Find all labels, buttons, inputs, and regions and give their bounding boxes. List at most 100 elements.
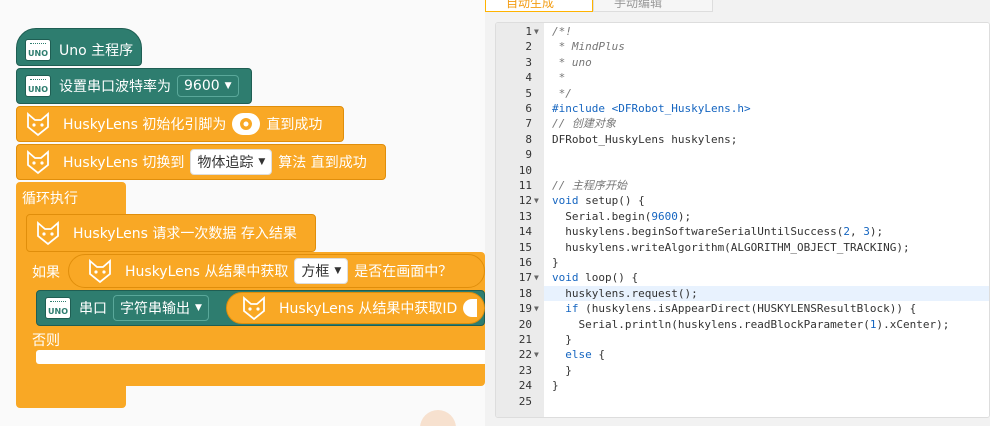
loop-label: 循环执行 xyxy=(22,191,78,207)
code-line: 18 huskylens.request(); xyxy=(496,286,989,301)
line-number: 16 xyxy=(518,256,532,269)
code-text: } xyxy=(552,256,559,269)
uno-board-icon: UNO xyxy=(25,39,51,61)
line-number: 14 xyxy=(518,225,532,239)
code-text: else { xyxy=(565,348,605,362)
line-number: 20 xyxy=(518,317,532,331)
code-text: } xyxy=(552,379,559,393)
huskylens-icon xyxy=(25,149,51,175)
serial-baud-label: 设置串口波特率为 xyxy=(59,79,171,95)
code-text: DFRobot_HuskyLens huskylens; xyxy=(552,132,738,146)
code-line: 4 * xyxy=(496,70,989,85)
fold-toggle-icon[interactable]: ▼ xyxy=(534,193,539,208)
line-number: 23 xyxy=(518,363,532,377)
code-text: /*! xyxy=(552,25,572,38)
serial-baud-block[interactable]: UNO 设置串口波特率为 9600 ▼ xyxy=(16,68,252,104)
code-text: */ xyxy=(552,86,572,100)
code-line: 10 xyxy=(496,163,989,178)
if-label: 如果 xyxy=(32,265,60,281)
algorithm-dropdown[interactable]: 物体追踪 ▼ xyxy=(190,149,273,175)
code-text: Serial.begin(9600); xyxy=(552,209,692,223)
line-number: 4 xyxy=(525,71,532,85)
pin-selector[interactable] xyxy=(232,113,261,135)
code-line: 25 xyxy=(496,394,989,409)
huskylens-switch-prefix: HuskyLens 切换到 xyxy=(63,155,185,171)
fold-toggle-icon[interactable]: ▼ xyxy=(534,347,539,362)
id-input-slot[interactable] xyxy=(463,299,478,317)
workspace-gear-button[interactable] xyxy=(420,410,456,426)
code-line: 20 Serial.println(huskylens.readBlockPar… xyxy=(496,317,989,332)
huskylens-icon xyxy=(241,295,267,321)
line-number: 3 xyxy=(525,55,532,69)
huskylens-request-block[interactable]: HuskyLens 请求一次数据 存入结果 xyxy=(26,214,316,252)
code-line: 15 huskylens.writeAlgorithm(ALGORITHM_OB… xyxy=(496,240,989,255)
code-line: 23 } xyxy=(496,363,989,378)
code-line: 5 */ xyxy=(496,86,989,101)
code-text: #include <DFRobot_HuskyLens.h> xyxy=(552,102,751,115)
huskylens-get-id-block[interactable]: HuskyLens 从结果中获取ID xyxy=(226,292,485,324)
line-number: 2 xyxy=(525,40,532,54)
uno-main-program-block[interactable]: UNO Uno 主程序 xyxy=(16,28,142,66)
gear-icon xyxy=(240,118,253,130)
code-line: 14 huskylens.beginSoftwareSerialUntilSuc… xyxy=(496,224,989,239)
code-text: huskylens.beginSoftwareSerialUntilSucces… xyxy=(552,225,884,239)
code-text: void setup() { xyxy=(552,194,645,208)
line-number: 5 xyxy=(525,86,532,100)
serial-mode-dropdown[interactable]: 字符串输出 ▼ xyxy=(113,295,209,321)
serial-mode-value: 字符串输出 xyxy=(120,301,190,317)
code-panel: 自动生成 手动编辑 1 ▼/*! 2 * MindPlus 3 * uno 4 * 5 *… xyxy=(485,0,990,426)
code-text: * xyxy=(552,71,566,85)
code-line: 16} xyxy=(496,255,989,270)
huskylens-icon xyxy=(87,258,113,284)
else-empty-slot[interactable] xyxy=(36,350,485,364)
code-editor[interactable]: 1 ▼/*! 2 * MindPlus 3 * uno 4 * 5 */6 #include… xyxy=(495,22,990,418)
code-line: 13 Serial.begin(9600); xyxy=(496,209,989,224)
tab-auto-generate[interactable]: 自动生成 xyxy=(485,0,593,12)
uno-main-program-label: Uno 主程序 xyxy=(59,43,134,59)
line-number: 25 xyxy=(518,394,532,408)
huskylens-appear-suffix: 是否在画面中？ xyxy=(354,264,453,280)
huskylens-appear-block[interactable]: HuskyLens 从结果中获取 方框 ▼ 是否在画面中？ xyxy=(68,254,485,288)
tab-manual-edit[interactable]: 手动编辑 xyxy=(593,0,713,12)
line-number: 21 xyxy=(518,333,532,346)
line-number: 19 xyxy=(518,302,532,316)
tab-label: 手动编辑 xyxy=(614,0,663,10)
code-line: 21 } xyxy=(496,332,989,347)
code-text: // 创建对象 xyxy=(552,117,616,131)
code-line: 6 #include <DFRobot_HuskyLens.h> xyxy=(496,101,989,116)
huskylens-request-label: HuskyLens 请求一次数据 存入结果 xyxy=(73,226,297,242)
line-number: 24 xyxy=(518,379,532,393)
fold-toggle-icon[interactable]: ▼ xyxy=(534,24,539,39)
line-number: 7 xyxy=(525,117,532,131)
huskylens-switch-block[interactable]: HuskyLens 切换到 物体追踪 ▼ 算法 直到成功 xyxy=(16,144,386,180)
algorithm-value: 物体追踪 xyxy=(197,155,254,171)
code-line: 2 * MindPlus xyxy=(496,39,989,54)
code-text: } xyxy=(552,333,572,346)
caret-down-icon: ▼ xyxy=(224,81,232,91)
line-number: 17 xyxy=(518,271,532,285)
else-label: 否则 xyxy=(32,333,60,349)
code-line: 11 // 主程序开始 xyxy=(496,178,989,193)
code-text: void loop() { xyxy=(552,271,639,285)
code-text: huskylens.writeAlgorithm(ALGORITHM_OBJEC… xyxy=(552,240,910,254)
code-text: huskylens.request(); xyxy=(552,286,698,300)
tab-label: 自动生成 xyxy=(506,0,555,10)
serial-print-label: 串口 xyxy=(79,301,107,317)
huskylens-init-block[interactable]: HuskyLens 初始化引脚为 直到成功 xyxy=(16,106,344,142)
baud-rate-value: 9600 xyxy=(184,78,220,94)
code-line: 3 * uno xyxy=(496,55,989,70)
code-text: Serial.println(huskylens.readBlockParame… xyxy=(552,317,950,331)
fold-toggle-icon[interactable]: ▼ xyxy=(534,301,539,316)
baud-rate-dropdown[interactable]: 9600 ▼ xyxy=(177,75,239,97)
line-number: 18 xyxy=(518,286,532,300)
fold-toggle-icon[interactable]: ▼ xyxy=(534,270,539,285)
line-number: 11 xyxy=(518,179,532,192)
target-dropdown[interactable]: 方框 ▼ xyxy=(294,258,349,284)
uno-board-icon: UNO xyxy=(25,75,51,97)
line-number: 12 xyxy=(518,194,532,208)
code-line: 22 ▼ else { xyxy=(496,347,989,362)
code-text: } xyxy=(552,363,572,377)
blocks-workspace[interactable]: UNO Uno 主程序 UNO 设置串口波特率为 9600 ▼ HuskyLens… xyxy=(0,0,485,426)
line-number: 1 xyxy=(525,25,532,38)
line-number: 8 xyxy=(525,132,532,146)
